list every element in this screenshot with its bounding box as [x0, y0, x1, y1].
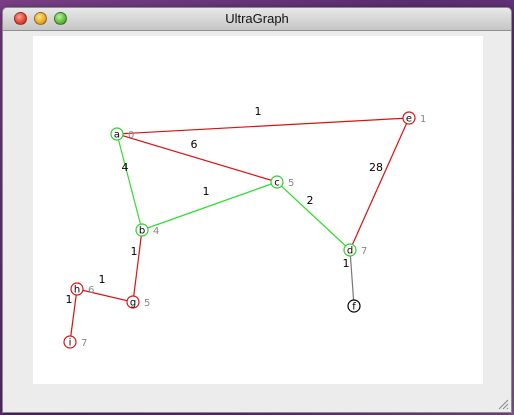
node-f[interactable]: f [347, 299, 361, 313]
node-id-h: h [74, 285, 80, 296]
edge-label-b-c: 1 [203, 185, 210, 198]
edge-a-b[interactable] [116, 133, 143, 231]
app-window: UltraGraph 1 6 4 1 2 28 1 1 1 1 a0b4c5d7e1fg5h6i7 [2, 7, 512, 413]
node-id-g: g [130, 298, 136, 309]
node-id-i: i [69, 338, 72, 349]
edge-label-e-d: 28 [369, 161, 383, 174]
node-e[interactable]: e1 [402, 111, 426, 125]
node-h[interactable]: h6 [70, 282, 94, 296]
graph-drawing[interactable]: 16412281111 a 0b 4c 5d 7e 1fg 5h 6i 7 [33, 36, 483, 384]
edge-a-e[interactable] [116, 117, 410, 135]
resize-grip-icon[interactable] [497, 398, 509, 410]
node-weight-b: 4 [153, 226, 159, 237]
node-id-d: d [347, 246, 353, 257]
edge-label-a-c: 6 [191, 138, 198, 151]
edge-h-g[interactable] [76, 288, 134, 303]
edge-label-d-f: 1 [343, 257, 350, 270]
edge-label-h-i: 1 [66, 293, 73, 306]
edge-c-d[interactable] [276, 181, 351, 251]
node-id-f: f [352, 302, 356, 313]
edge-label-h-g: 1 [99, 273, 106, 286]
node-d[interactable]: d7 [343, 243, 367, 257]
edge-label-a-b: 4 [122, 161, 129, 174]
node-weight-a: 0 [128, 130, 134, 141]
node-weight-d: 7 [361, 246, 367, 257]
node-id-a: a [114, 130, 120, 141]
node-a[interactable]: a0 [110, 127, 134, 141]
nodes-layer: a 0b 4c 5d 7e 1fg 5h 6i 7 [63, 111, 426, 349]
title-bar[interactable]: UltraGraph [3, 8, 511, 31]
node-weight-i: 7 [81, 338, 87, 349]
node-i[interactable]: i7 [63, 335, 87, 349]
edge-b-g[interactable] [132, 229, 143, 303]
edge-d-f[interactable] [349, 249, 355, 307]
node-weight-h: 6 [88, 285, 94, 296]
edge-label-c-d: 2 [307, 194, 314, 207]
edge-label-a-e: 1 [255, 105, 262, 118]
node-weight-g: 5 [144, 298, 150, 309]
edge-b-c[interactable] [141, 181, 278, 231]
node-b[interactable]: b4 [135, 223, 159, 237]
node-g[interactable]: g5 [126, 295, 150, 309]
edge-label-b-g: 1 [131, 245, 138, 258]
window-title: UltraGraph [225, 11, 289, 26]
node-id-e: e [406, 114, 412, 125]
graph-canvas[interactable]: 1 6 4 1 2 28 1 1 1 1 a0b4c5d7e1fg5h6i7 [33, 36, 483, 384]
node-weight-c: 5 [288, 178, 294, 189]
node-id-b: b [139, 226, 145, 237]
edge-e-d[interactable] [349, 117, 410, 251]
node-weight-e: 1 [420, 114, 426, 125]
node-id-c: c [274, 178, 280, 189]
